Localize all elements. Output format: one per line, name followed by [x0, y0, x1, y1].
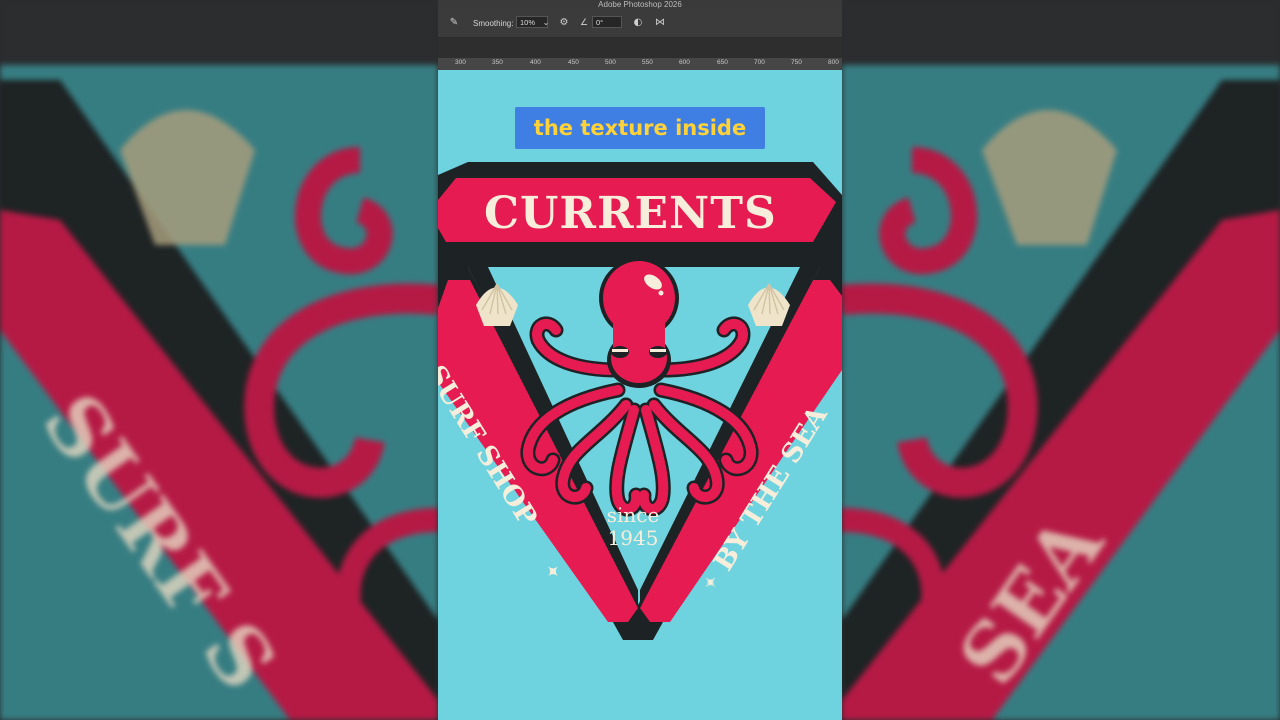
window-title: Adobe Photoshop 2026	[598, 0, 682, 9]
butterfly-icon[interactable]: ⋈	[654, 18, 666, 28]
gear-icon[interactable]: ⚙	[558, 18, 570, 28]
smoothing-value: 10%	[520, 18, 536, 27]
ruler-tick: 700	[754, 59, 765, 66]
since-label: since	[606, 503, 660, 527]
ruler-tick: 600	[679, 59, 690, 66]
angle-value: 0°	[596, 18, 604, 27]
ruler-tick: 500	[605, 59, 616, 66]
ruler-tick: 650	[717, 59, 728, 66]
phone-view: Adobe Photoshop 2026 ✎ Smoothing: 10% ⌄ …	[438, 0, 842, 720]
smoothing-label: Smoothing:	[473, 19, 514, 28]
ruler-tick: 400	[530, 59, 541, 66]
blurred-background-right: SEA	[842, 0, 1280, 720]
brand-title: CURRENTS	[484, 188, 777, 239]
angle-icon: ∠	[579, 18, 589, 28]
options-bar-spacer	[438, 38, 842, 58]
caption-text: the texture inside	[533, 116, 747, 140]
angle-field[interactable]: 0°	[592, 16, 622, 28]
ruler-tick: 350	[492, 59, 503, 66]
artwork-canvas[interactable]	[438, 70, 842, 720]
chevron-down-icon[interactable]: ⌄	[540, 18, 552, 28]
pressure-icon[interactable]: ◐	[632, 18, 644, 28]
ruler-tick: 800	[828, 59, 839, 66]
ruler-tick: 550	[642, 59, 653, 66]
ruler-tick: 450	[568, 59, 579, 66]
since-year: 1945	[607, 526, 659, 550]
ruler-tick: 750	[791, 59, 802, 66]
blurred-artwork-left: SURF S	[0, 0, 438, 720]
options-bar: ✎ Smoothing: 10% ⌄ ⚙ ∠ 0° ◐ ⋈	[438, 9, 842, 38]
brush-icon[interactable]: ✎	[448, 18, 460, 28]
video-caption: the texture inside	[515, 107, 765, 149]
blurred-background-left: SURF S	[0, 0, 438, 720]
ruler-tick: 300	[455, 59, 466, 66]
blurred-artwork-right: SEA	[842, 0, 1280, 720]
